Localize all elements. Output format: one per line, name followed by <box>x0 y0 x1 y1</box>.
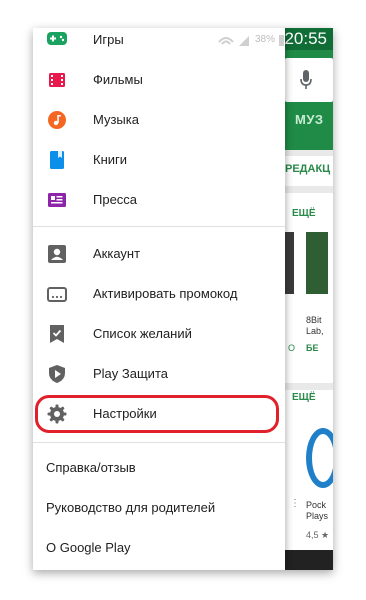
gamepad-icon <box>47 32 67 45</box>
app-thumbnail <box>306 232 328 294</box>
clock: 20:55 <box>284 29 327 48</box>
book-icon <box>50 151 64 169</box>
drawer-item-label: Игры <box>93 32 124 47</box>
divider <box>33 442 285 443</box>
battery-level: 38% <box>255 34 276 45</box>
drawer-item-play-protect[interactable]: Play Защита <box>33 354 285 394</box>
settings-highlight <box>35 395 279 433</box>
wishlist-icon <box>50 325 64 343</box>
newsstand-icon <box>48 193 66 207</box>
drawer-item-label: Фильмы <box>93 72 143 87</box>
editors-section-header: РЕДАКЦ <box>285 156 333 186</box>
overflow-icon[interactable]: ⋮ <box>290 498 300 509</box>
mic-icon[interactable] <box>300 70 312 90</box>
drawer-item-books[interactable]: Книги <box>33 140 285 180</box>
parent-guide-link[interactable]: Руководство для родителей <box>46 500 215 515</box>
drawer-item-wishlist[interactable]: Список желаний <box>33 314 285 354</box>
drawer-item-label: Аккаунт <box>93 246 141 261</box>
app-rating: 4,5 ★ <box>306 530 330 540</box>
more-link[interactable]: ЕЩЁ <box>292 208 316 219</box>
drawer-item-movies[interactable]: Фильмы <box>33 60 285 100</box>
drawer-item-music[interactable]: Музыка <box>33 100 285 140</box>
app-subtitle: Plays <box>306 511 329 521</box>
help-feedback-link[interactable]: Справка/отзыв <box>46 460 136 475</box>
about-google-play-link[interactable]: О Google Play <box>46 540 131 555</box>
more-link[interactable]: ЕЩЁ <box>292 392 316 403</box>
app-title: Pock <box>306 500 327 510</box>
account-icon <box>48 245 66 263</box>
film-icon <box>49 73 65 87</box>
drawer-item-label: Play Защита <box>93 366 168 381</box>
drawer-item-account[interactable]: Аккаунт <box>33 234 285 274</box>
redeem-icon <box>47 287 67 302</box>
tab-music[interactable]: МУЗ <box>295 112 324 127</box>
app-price: БЕ <box>306 343 319 353</box>
drawer-item-newsstand[interactable]: Пресса <box>33 180 285 220</box>
navigation-drawer: Игры 38% Фильмы Музыка Книги Пресса Акка… <box>33 28 285 570</box>
music-icon <box>48 111 66 129</box>
nav-bar <box>285 550 333 570</box>
drawer-top-item[interactable]: Игры 38% <box>33 28 285 52</box>
divider <box>33 226 285 227</box>
app-label: О <box>288 343 296 353</box>
drawer-item-label: Активировать промокод <box>93 286 238 301</box>
app-subtitle: Lab, <box>306 326 324 336</box>
drawer-item-label: Музыка <box>93 112 139 127</box>
drawer-item-label: Пресса <box>93 192 138 207</box>
drawer-item-label: Книги <box>93 152 128 167</box>
drawer-item-redeem[interactable]: Активировать промокод <box>33 274 285 314</box>
phone-screen: 20:55 МУЗ РЕДАКЦ ЕЩЁ 8Bit Lab, О БЕ ЕЩЁ … <box>33 28 333 570</box>
drawer-item-label: Список желаний <box>93 326 192 341</box>
shield-icon <box>49 365 65 383</box>
app-title: 8Bit <box>306 315 322 325</box>
app-icon <box>306 428 333 488</box>
app-thumbnail <box>285 232 294 294</box>
